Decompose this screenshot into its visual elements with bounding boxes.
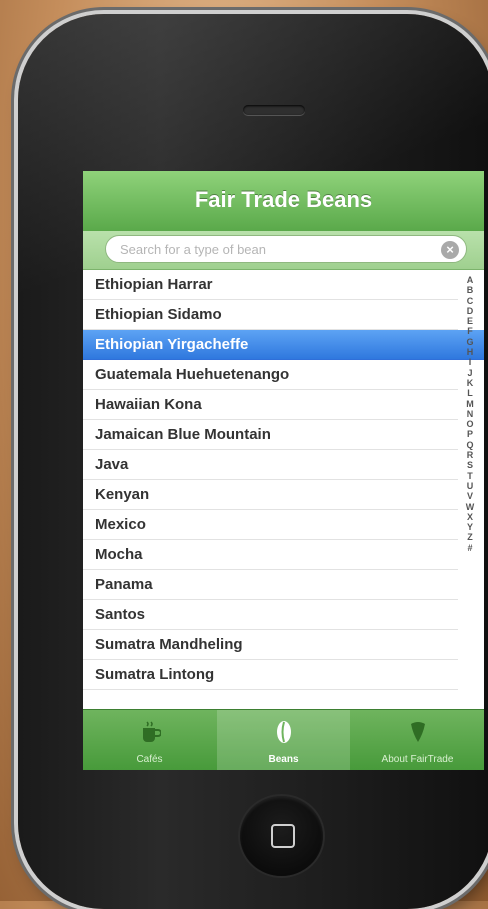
bean-list[interactable]: Ethiopian Harrar Ethiopian Sidamo Ethiop…: [83, 270, 484, 690]
tab-cafes[interactable]: Cafés: [83, 710, 216, 770]
index-letter[interactable]: X: [459, 512, 481, 522]
cafe-icon: [139, 718, 162, 746]
index-letter[interactable]: I: [459, 357, 481, 367]
index-letter[interactable]: C: [459, 296, 481, 306]
page-title: Fair Trade Beans: [194, 187, 373, 212]
list-item[interactable]: Guatemala Huehuetenango: [83, 360, 458, 390]
index-letter[interactable]: H: [459, 347, 481, 357]
tab-label: About FairTrade: [381, 754, 454, 765]
index-letter[interactable]: Y: [459, 522, 481, 532]
index-letter[interactable]: V: [459, 491, 481, 501]
tab-label: Cafés: [136, 754, 163, 765]
list-item[interactable]: Ethiopian Sidamo: [83, 300, 458, 330]
index-letter[interactable]: B: [459, 285, 481, 295]
section-index[interactable]: A B C D E F G H I J K L M N O P Q R S T …: [459, 275, 481, 553]
index-letter[interactable]: E: [459, 316, 481, 326]
index-letter[interactable]: N: [459, 409, 481, 419]
index-letter[interactable]: F: [459, 326, 481, 336]
index-letter[interactable]: J: [459, 368, 481, 378]
index-letter[interactable]: T: [459, 471, 481, 481]
index-letter[interactable]: A: [459, 275, 481, 285]
search-input[interactable]: [105, 235, 467, 263]
list-item-selected[interactable]: Ethiopian Yirgacheffe: [83, 330, 484, 360]
index-letter[interactable]: O: [459, 419, 481, 429]
index-letter[interactable]: S: [459, 460, 481, 470]
list-item[interactable]: Java: [83, 450, 458, 480]
list-item[interactable]: Santos: [83, 600, 458, 630]
bean-icon: [273, 718, 295, 746]
index-letter[interactable]: W: [459, 502, 481, 512]
clear-search-icon[interactable]: ×: [441, 241, 459, 259]
list-item[interactable]: Jamaican Blue Mountain: [83, 420, 458, 450]
home-button[interactable]: [240, 796, 323, 876]
list-item[interactable]: Ethiopian Harrar: [83, 270, 458, 300]
list-item[interactable]: Panama: [83, 570, 458, 600]
index-letter[interactable]: Q: [459, 440, 481, 450]
list-item[interactable]: Sumatra Mandheling: [83, 630, 458, 660]
home-square-icon: [271, 824, 295, 848]
iphone-device: Fair Trade Beans × Ethiopian Harrar Ethi…: [18, 14, 488, 909]
list-item[interactable]: Kenyan: [83, 480, 458, 510]
list-item[interactable]: Sumatra Lintong: [83, 660, 458, 690]
index-letter[interactable]: R: [459, 450, 481, 460]
index-letter[interactable]: #: [459, 543, 481, 553]
tab-beans[interactable]: Beans: [217, 710, 350, 770]
index-letter[interactable]: L: [459, 388, 481, 398]
search-bar: ×: [83, 231, 484, 270]
app-screen: Fair Trade Beans × Ethiopian Harrar Ethi…: [83, 171, 484, 770]
list-item[interactable]: Mexico: [83, 510, 458, 540]
earpiece-speaker: [243, 105, 305, 115]
list-item[interactable]: Mocha: [83, 540, 458, 570]
index-letter[interactable]: G: [459, 337, 481, 347]
index-letter[interactable]: Z: [459, 532, 481, 542]
list-item[interactable]: Hawaiian Kona: [83, 390, 458, 420]
fairtrade-icon: [407, 718, 429, 746]
index-letter[interactable]: U: [459, 481, 481, 491]
index-letter[interactable]: P: [459, 429, 481, 439]
tab-about-fairtrade[interactable]: About FairTrade: [351, 710, 484, 770]
tab-bar: Cafés Beans About FairTrade: [83, 709, 484, 770]
navigation-bar: Fair Trade Beans: [83, 171, 484, 232]
index-letter[interactable]: M: [459, 399, 481, 409]
index-letter[interactable]: K: [459, 378, 481, 388]
index-letter[interactable]: D: [459, 306, 481, 316]
tab-label: Beans: [268, 754, 299, 765]
